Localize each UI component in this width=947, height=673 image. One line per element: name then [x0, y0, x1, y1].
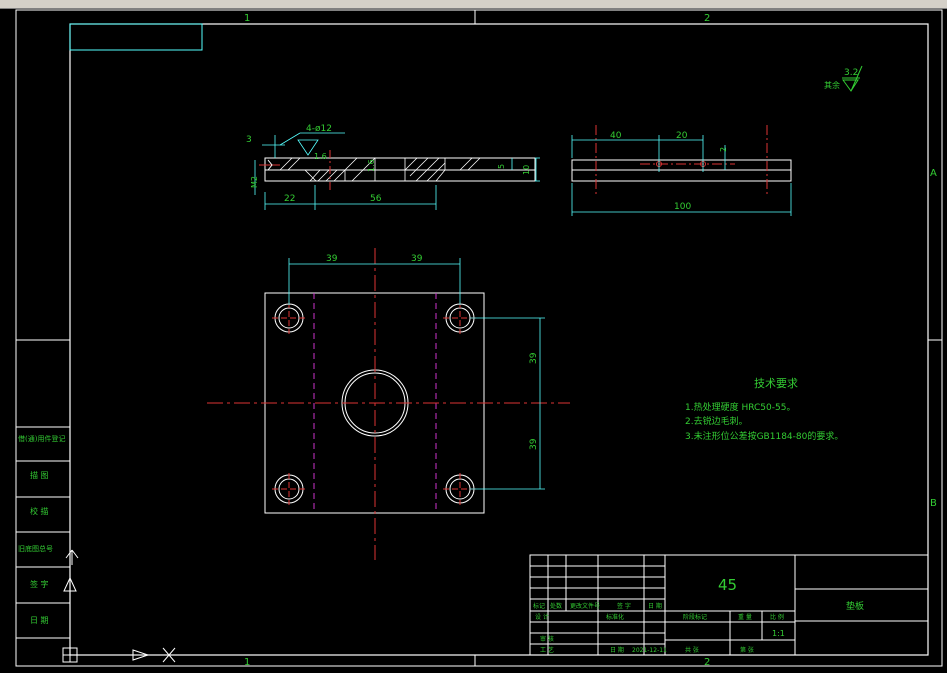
- title-label: 共 张: [685, 646, 699, 654]
- scale-value: 1:1: [772, 629, 785, 638]
- side-table-label: 描 图: [30, 470, 49, 480]
- tech-line: 1.热处理硬度 HRC50-55。: [685, 401, 795, 413]
- title-label: 第 张: [740, 646, 754, 654]
- ucs-icon: [62, 549, 176, 663]
- dim-label: 39: [529, 352, 539, 364]
- side-table: [16, 339, 70, 639]
- dim-label: 3: [246, 135, 252, 145]
- material-value: 45: [718, 576, 737, 594]
- dim-label: 39: [529, 438, 539, 450]
- title-header: 处数: [550, 602, 562, 610]
- plan-view: 39 39 39 39: [207, 248, 570, 560]
- surface-roughness-note: 其余 3.2: [824, 65, 863, 92]
- dim-label: 100: [674, 202, 691, 212]
- dim-label: 10: [522, 165, 531, 175]
- drawing-canvas[interactable]: 1 2 1 2 A B 借(通)用件登记 描 图 校 描 旧底图总号 签 字 日…: [0, 0, 947, 673]
- dim-label: M2: [250, 176, 259, 188]
- side-table-label: 借(通)用件登记: [18, 434, 65, 443]
- dim-label: 22: [284, 194, 295, 204]
- title-label: 阶段标记: [683, 613, 707, 621]
- title-label: 重 量: [738, 613, 752, 621]
- reference-box: [69, 23, 203, 51]
- title-label: 标准化: [606, 613, 624, 621]
- tech-line: 3.未注形位公差按GB1184-80的要求。: [685, 430, 843, 442]
- dim-label: 4-ø12: [306, 124, 332, 134]
- title-header: 更改文件号: [570, 602, 600, 610]
- dim-label: 20: [676, 131, 688, 141]
- dim-label: 1.6: [367, 159, 376, 172]
- dim-label: 2: [719, 147, 728, 152]
- tech-line: 2.去锐边毛刺。: [685, 415, 748, 427]
- inner-frame: [69, 23, 929, 656]
- technical-requirements: 技术要求 1.热处理硬度 HRC50-55。 2.去锐边毛刺。 3.未注形位公差…: [685, 377, 843, 442]
- side-table-label: 旧底图总号: [18, 544, 53, 553]
- title-label: 日 期: [610, 646, 624, 654]
- dim-label: 56: [370, 194, 382, 204]
- side-table-label: 签 字: [30, 579, 49, 589]
- outer-border: [15, 9, 943, 667]
- part-name: 垫板: [846, 600, 864, 612]
- dim-label: 1.6: [314, 152, 327, 161]
- section-view: 3 4-ø12 1.6 1.6 M2 22 56 5 10: [246, 124, 540, 210]
- dim-label: 39: [326, 254, 338, 264]
- dim-label: 5: [497, 164, 506, 169]
- zone-label: 2: [704, 657, 710, 668]
- edge-view: 40 20 2 100: [571, 125, 792, 216]
- tech-title: 技术要求: [754, 377, 798, 390]
- title-label: 审 核: [540, 635, 554, 643]
- title-header: 标记: [533, 602, 545, 610]
- roughness-method: 其余: [824, 80, 840, 90]
- dim-label: 39: [411, 254, 423, 264]
- zone-label: 1: [244, 13, 250, 24]
- side-table-label: 校 描: [30, 506, 49, 516]
- zone-label: 1: [244, 657, 250, 668]
- zone-label: B: [930, 498, 937, 509]
- dim-label: 40: [610, 131, 622, 141]
- title-label: 设 计: [535, 613, 549, 621]
- title-label: 工 艺: [540, 646, 554, 654]
- roughness-value: 3.2: [844, 68, 858, 78]
- title-date: 2021-12-11: [632, 647, 667, 654]
- title-label: 比 例: [770, 613, 784, 621]
- side-table-label: 日 期: [30, 616, 49, 625]
- title-header: 签 字: [617, 602, 631, 610]
- zone-label: 2: [704, 13, 710, 24]
- title-header: 日 期: [648, 602, 662, 610]
- zone-label: A: [930, 168, 937, 179]
